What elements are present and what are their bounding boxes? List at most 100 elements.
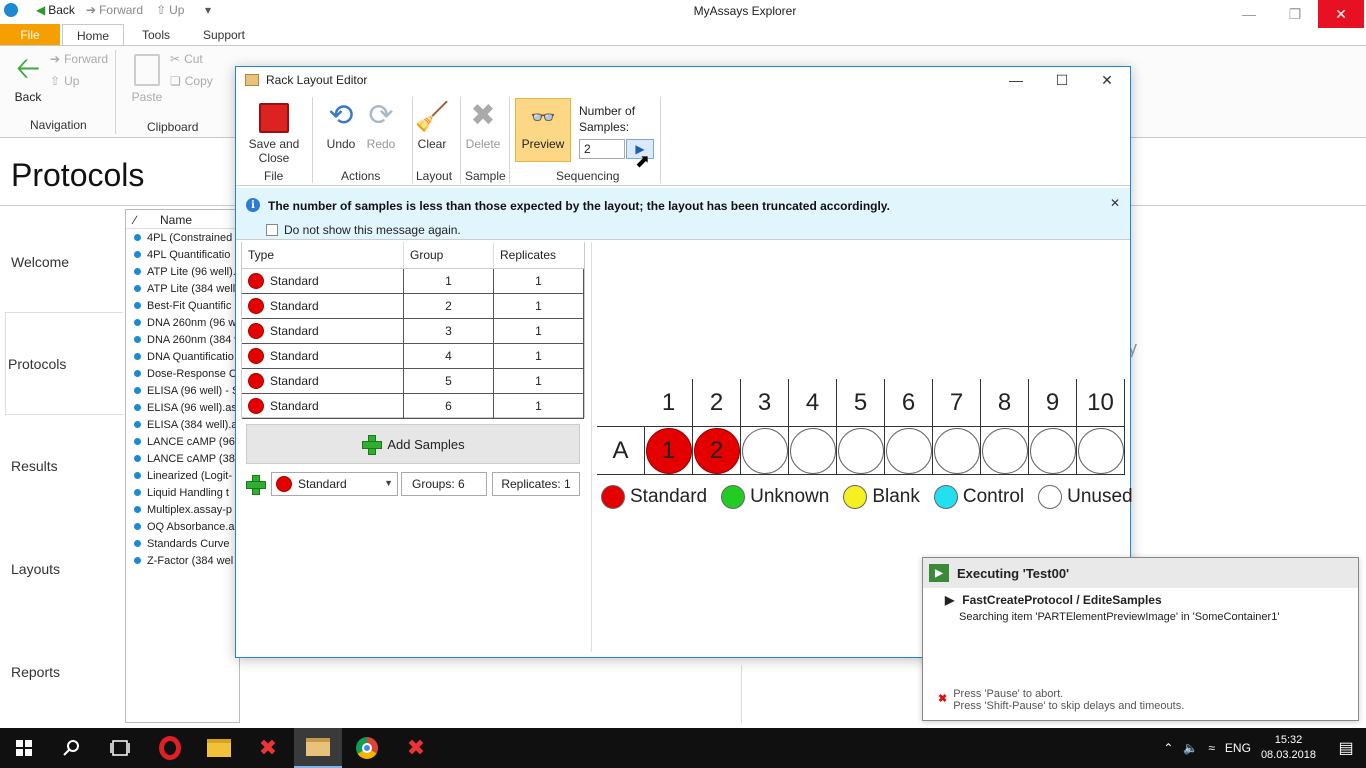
protocol-list-item[interactable]: ELISA (96 well) - S — [126, 382, 239, 399]
group-cell[interactable]: 4 — [404, 344, 494, 368]
ribbon-copy-button[interactable]: ❏ Copy — [170, 74, 213, 88]
replicates-cell[interactable]: 1 — [494, 344, 584, 368]
dialog-maximize-button[interactable]: ☐ — [1039, 67, 1085, 93]
dont-show-checkbox[interactable]: Do not show this message again. — [266, 223, 461, 237]
save-close-button[interactable]: Save and Close — [244, 99, 304, 165]
dialog-close-button[interactable]: ✕ — [1084, 67, 1130, 93]
protocol-list-item[interactable]: ATP Lite (96 well). — [126, 263, 239, 280]
plate-well[interactable] — [981, 427, 1028, 474]
clear-button[interactable]: 🧹 Clear — [415, 99, 450, 151]
group-column-header[interactable]: Group — [404, 242, 494, 268]
protocol-list-item[interactable]: LANCE cAMP (96 w — [126, 433, 239, 450]
plate-well[interactable]: 2 — [693, 427, 740, 474]
protocol-list-item[interactable]: DNA 260nm (96 w — [126, 314, 239, 331]
notifications-icon[interactable]: ▤ — [1326, 738, 1366, 758]
table-row[interactable]: Standard 6 1 — [242, 394, 584, 419]
group-cell[interactable]: 3 — [404, 319, 494, 343]
replicates-field[interactable]: Replicates: 1 — [492, 472, 580, 496]
replicates-cell[interactable]: 1 — [494, 269, 584, 293]
type-cell[interactable]: Standard — [242, 294, 404, 318]
nav-reports[interactable]: Reports — [0, 664, 122, 680]
ribbon-up-button[interactable]: ⇧ Up — [50, 74, 79, 88]
delete-button[interactable]: ✖ Delete — [464, 99, 502, 151]
table-row[interactable]: Standard 1 1 — [242, 269, 584, 294]
qa-customize-icon[interactable]: ▾ — [205, 3, 211, 17]
protocol-list-item[interactable]: ATP Lite (384 well) — [126, 280, 239, 297]
clock[interactable]: 15:32 08.03.2018 — [1261, 733, 1316, 763]
protocol-list-item[interactable]: 4PL (Constrained — [126, 229, 239, 246]
plate-well[interactable] — [741, 427, 788, 474]
chevron-up-icon[interactable]: ⌃ — [1163, 741, 1173, 755]
plate-well[interactable] — [933, 427, 980, 474]
protocol-list[interactable]: ∕ Name 4PL (Constrained 4PL Quantificatio… — [125, 209, 240, 723]
table-row[interactable]: Standard 3 1 — [242, 319, 584, 344]
protocol-list-item[interactable]: Dose-Response C — [126, 365, 239, 382]
tab-file[interactable]: File — [0, 24, 60, 46]
nav-results[interactable]: Results — [0, 458, 122, 474]
table-row[interactable]: Standard 5 1 — [242, 369, 584, 394]
qa-forward-button[interactable]: ➔ Forward — [86, 3, 143, 17]
nav-welcome[interactable]: Welcome — [0, 254, 122, 270]
protocol-list-item[interactable]: ELISA (96 well).ass — [126, 399, 239, 416]
protocol-list-item[interactable]: 4PL Quantificatio — [126, 246, 239, 263]
replicates-cell[interactable]: 1 — [494, 394, 584, 418]
protocol-list-item[interactable]: OQ Absorbance.a — [126, 518, 239, 535]
groups-field[interactable]: Groups: 6 — [401, 472, 487, 496]
qa-back-button[interactable]: ◀ Back — [36, 3, 75, 17]
type-cell[interactable]: Standard — [242, 369, 404, 393]
ribbon-back-button[interactable]: 🡠 Back — [8, 54, 48, 105]
type-column-header[interactable]: Type — [242, 242, 404, 268]
splitter[interactable] — [591, 242, 592, 652]
plate-well[interactable]: 1 — [645, 427, 692, 474]
protocol-list-item[interactable]: Z-Factor (384 wel — [126, 552, 239, 569]
protocol-list-item[interactable]: Liquid Handling t — [126, 484, 239, 501]
sample-type-select[interactable]: Standard ▼ — [271, 472, 398, 496]
nav-layouts[interactable]: Layouts — [0, 561, 122, 577]
myassays-app-icon[interactable] — [294, 728, 342, 768]
file-explorer-icon[interactable] — [195, 728, 243, 768]
task-view-icon[interactable] — [96, 728, 144, 768]
group-cell[interactable]: 1 — [404, 269, 494, 293]
type-cell[interactable]: Standard — [242, 344, 404, 368]
protocol-list-item[interactable]: Multiplex.assay-p — [126, 501, 239, 518]
ribbon-paste-button[interactable]: Paste — [128, 54, 166, 104]
ribbon-forward-button[interactable]: ➔ Forward — [50, 52, 108, 66]
language-indicator[interactable]: ENG — [1225, 741, 1251, 755]
table-row[interactable]: Standard 2 1 — [242, 294, 584, 319]
plate-well[interactable] — [789, 427, 836, 474]
tool-app-icon-2[interactable]: ✖ — [392, 728, 440, 768]
opera-icon[interactable] — [146, 728, 194, 768]
type-cell[interactable]: Standard — [242, 319, 404, 343]
plate-well[interactable] — [837, 427, 884, 474]
plate-well[interactable] — [1029, 427, 1076, 474]
num-samples-input[interactable]: 2 — [579, 139, 625, 159]
protocol-list-item[interactable]: Best-Fit Quantific — [126, 297, 239, 314]
windows-start-icon[interactable] — [0, 728, 48, 768]
info-close-icon[interactable]: ✕ — [1110, 196, 1120, 210]
group-cell[interactable]: 5 — [404, 369, 494, 393]
tab-support[interactable]: Support — [194, 24, 254, 46]
type-cell[interactable]: Standard — [242, 269, 404, 293]
tab-home[interactable]: Home — [62, 24, 124, 46]
add-sample-plus-icon[interactable] — [245, 474, 266, 495]
tool-app-icon[interactable]: ✖ — [244, 728, 292, 768]
redo-button[interactable]: ⟳ Redo — [362, 99, 400, 151]
nav-protocols[interactable]: Protocols — [5, 312, 123, 415]
qa-up-button[interactable]: ⇧ Up — [156, 3, 184, 17]
replicates-cell[interactable]: 1 — [494, 294, 584, 318]
checkbox-box[interactable] — [266, 224, 278, 236]
preview-button[interactable]: 👓 Preview — [515, 98, 571, 162]
plate-well[interactable] — [1077, 427, 1124, 474]
protocol-list-item[interactable]: DNA 260nm (384 w — [126, 331, 239, 348]
protocol-list-item[interactable]: ELISA (384 well).a — [126, 416, 239, 433]
replicates-cell[interactable]: 1 — [494, 369, 584, 393]
undo-button[interactable]: ⟲ Undo — [322, 99, 360, 151]
protocol-list-item[interactable]: Standards Curve — [126, 535, 239, 552]
replicates-column-header[interactable]: Replicates — [494, 242, 584, 268]
group-cell[interactable]: 6 — [404, 394, 494, 418]
chrome-icon[interactable] — [343, 728, 391, 768]
protocol-list-item[interactable]: DNA Quantificatio — [126, 348, 239, 365]
add-samples-button[interactable]: Add Samples — [246, 424, 580, 464]
replicates-cell[interactable]: 1 — [494, 319, 584, 343]
protocol-list-item[interactable]: LANCE cAMP (384 — [126, 450, 239, 467]
